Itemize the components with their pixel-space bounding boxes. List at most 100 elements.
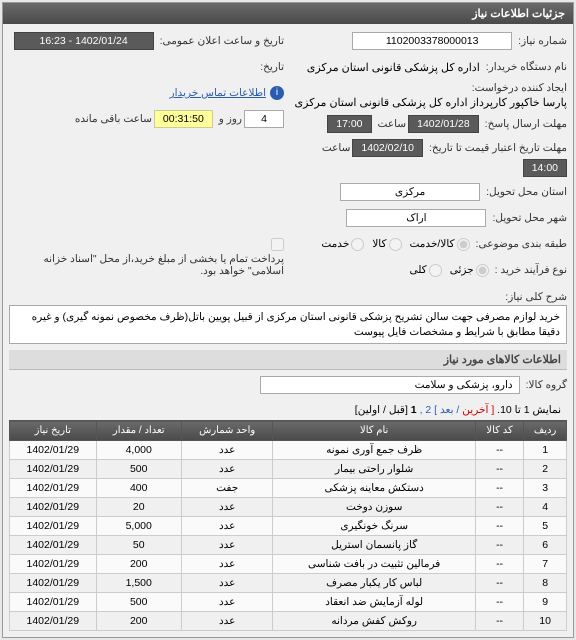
table-row[interactable]: 1--ظرف جمع آوری نمونهعدد4,0001402/01/29 — [10, 441, 567, 460]
province-value: مرکزی — [340, 183, 480, 201]
table-cell: 50 — [96, 536, 181, 555]
table-cell: 1402/01/29 — [10, 498, 97, 517]
reply-deadline-label: مهلت ارسال پاسخ: — [485, 118, 567, 130]
table-cell: 8 — [524, 574, 567, 593]
table-row[interactable]: 4--سوزن دوختعدد201402/01/29 — [10, 498, 567, 517]
table-cell: -- — [475, 517, 523, 536]
reply-days-value: 4 — [244, 110, 284, 128]
buyer-org-label: نام دستگاه خریدار: — [486, 61, 567, 73]
table-cell: روکش کفش مردانه — [273, 612, 475, 631]
table-header: واحد شمارش — [181, 421, 273, 441]
table-cell: دستکش معاینه پزشکی — [273, 479, 475, 498]
table-cell: 20 — [96, 498, 181, 517]
table-cell: -- — [475, 612, 523, 631]
buyer-org-value: اداره کل پزشکی قانونی استان مرکزی — [307, 61, 480, 74]
table-cell: عدد — [181, 555, 273, 574]
table-cell: عدد — [181, 460, 273, 479]
table-cell: 1402/01/29 — [10, 612, 97, 631]
pager-last-link[interactable]: [ آخرین / بعد ] — [434, 404, 494, 416]
kala-radio — [389, 238, 402, 251]
table-cell: -- — [475, 460, 523, 479]
table-cell: لوله آزمایش ضد انعقاد — [273, 593, 475, 612]
table-row[interactable]: 8--لباس کار یکبار مصرفعدد1,5001402/01/29 — [10, 574, 567, 593]
niaz-number-label: شماره نیاز: — [518, 35, 567, 47]
table-cell: -- — [475, 536, 523, 555]
table-row[interactable]: 9--لوله آزمایش ضد انعقادعدد5001402/01/29 — [10, 593, 567, 612]
table-cell: لباس کار یکبار مصرف — [273, 574, 475, 593]
table-cell: -- — [475, 593, 523, 612]
remaining-label: ساعت باقی مانده — [75, 113, 152, 125]
purchase-type-label: نوع فرآیند خرید : — [495, 264, 567, 276]
koli-radio — [429, 264, 442, 277]
valid-date-value: 1402/02/10 — [352, 139, 423, 157]
koli-label: کلی — [409, 264, 426, 276]
reply-time-value: 17:00 — [327, 115, 371, 133]
table-cell: عدد — [181, 498, 273, 517]
table-cell: 6 — [524, 536, 567, 555]
city-label: شهر محل تحویل: — [492, 212, 567, 224]
table-cell: 1402/01/29 — [10, 536, 97, 555]
contact-link[interactable]: اطلاعات تماس خریدار — [170, 87, 266, 99]
subject-cat-label: طبقه بندی موضوعی: — [476, 238, 567, 250]
table-header: کد کالا — [475, 421, 523, 441]
jozei-radio — [476, 264, 489, 277]
table-cell: 1402/01/29 — [10, 441, 97, 460]
pager-page2-link[interactable]: 2 , — [420, 404, 432, 416]
kala-group-label: گروه کالا: — [526, 379, 567, 391]
table-row[interactable]: 3--دستکش معاینه پزشکیجفت4001402/01/29 — [10, 479, 567, 498]
table-cell: 5 — [524, 517, 567, 536]
items-table: ردیفکد کالانام کالاواحد شمارشتعداد / مقد… — [9, 420, 567, 631]
kala-label: کالا — [372, 238, 386, 250]
table-cell: سرنگ خونگیری — [273, 517, 475, 536]
table-cell: 1402/01/29 — [10, 574, 97, 593]
reply-time-label: ساعت — [378, 118, 407, 130]
table-cell: 1 — [524, 441, 567, 460]
table-cell: 1402/01/29 — [10, 593, 97, 612]
table-cell: 9 — [524, 593, 567, 612]
kala-khedmat-radio — [457, 238, 470, 251]
table-row[interactable]: 5--سرنگ خونگیریعدد5,0001402/01/29 — [10, 517, 567, 536]
general-desc-value: خرید لوازم مصرفی جهت سالن تشریح پزشکی قا… — [9, 305, 567, 344]
table-cell: عدد — [181, 612, 273, 631]
table-cell: 1402/01/29 — [10, 517, 97, 536]
table-header: تاریخ نیاز — [10, 421, 97, 441]
table-row[interactable]: 2--شلوار راحتی بیمارعدد5001402/01/29 — [10, 460, 567, 479]
table-row[interactable]: 10--روکش کفش مردانهعدد2001402/01/29 — [10, 612, 567, 631]
table-cell: 500 — [96, 593, 181, 612]
table-cell: -- — [475, 574, 523, 593]
table-cell: 400 — [96, 479, 181, 498]
table-cell: 1402/01/29 — [10, 479, 97, 498]
pager: نمایش 1 تا 10. [ آخرین / بعد ] 2 , 1 [قب… — [9, 400, 567, 420]
pager-first: [قبل / اولین] — [355, 404, 408, 416]
table-cell: -- — [475, 555, 523, 574]
reply-date-value: 1402/01/28 — [408, 115, 479, 133]
table-row[interactable]: 7--فرمالین تثبیت در بافت شناسیعدد2001402… — [10, 555, 567, 574]
table-cell: 200 — [96, 555, 181, 574]
table-cell: عدد — [181, 574, 273, 593]
table-header: نام کالا — [273, 421, 475, 441]
table-cell: 1402/01/29 — [10, 555, 97, 574]
pager-current: 1 — [411, 404, 417, 416]
table-cell: عدد — [181, 593, 273, 612]
table-header: ردیف — [524, 421, 567, 441]
purchase-note: پرداخت تمام یا بخشی از مبلغ خرید،از محل … — [13, 253, 284, 277]
table-cell: جفت — [181, 479, 273, 498]
table-cell: 1,500 — [96, 574, 181, 593]
city-value: اراک — [346, 209, 486, 227]
kala-khedmat-label: کالا/خدمت — [410, 238, 455, 250]
valid-time-value: 14:00 — [523, 159, 567, 177]
table-header: تعداد / مقدار — [96, 421, 181, 441]
general-desc-label: شرح کلی نیاز: — [487, 291, 567, 303]
info-icon[interactable]: i — [270, 86, 284, 100]
table-cell: شلوار راحتی بیمار — [273, 460, 475, 479]
pager-prefix: نمایش 1 تا 10. — [497, 404, 561, 416]
valid-time-label: ساعت — [322, 142, 351, 154]
table-cell: عدد — [181, 441, 273, 460]
table-row[interactable]: 6--گاز پانسمان استریلعدد501402/01/29 — [10, 536, 567, 555]
table-cell: 2 — [524, 460, 567, 479]
table-cell: 10 — [524, 612, 567, 631]
table-cell: -- — [475, 498, 523, 517]
section-kala-header: اطلاعات کالاهای مورد نیاز — [9, 350, 567, 370]
table-cell: 5,000 — [96, 517, 181, 536]
kala-group-value: دارو، پزشکی و سلامت — [260, 376, 520, 394]
